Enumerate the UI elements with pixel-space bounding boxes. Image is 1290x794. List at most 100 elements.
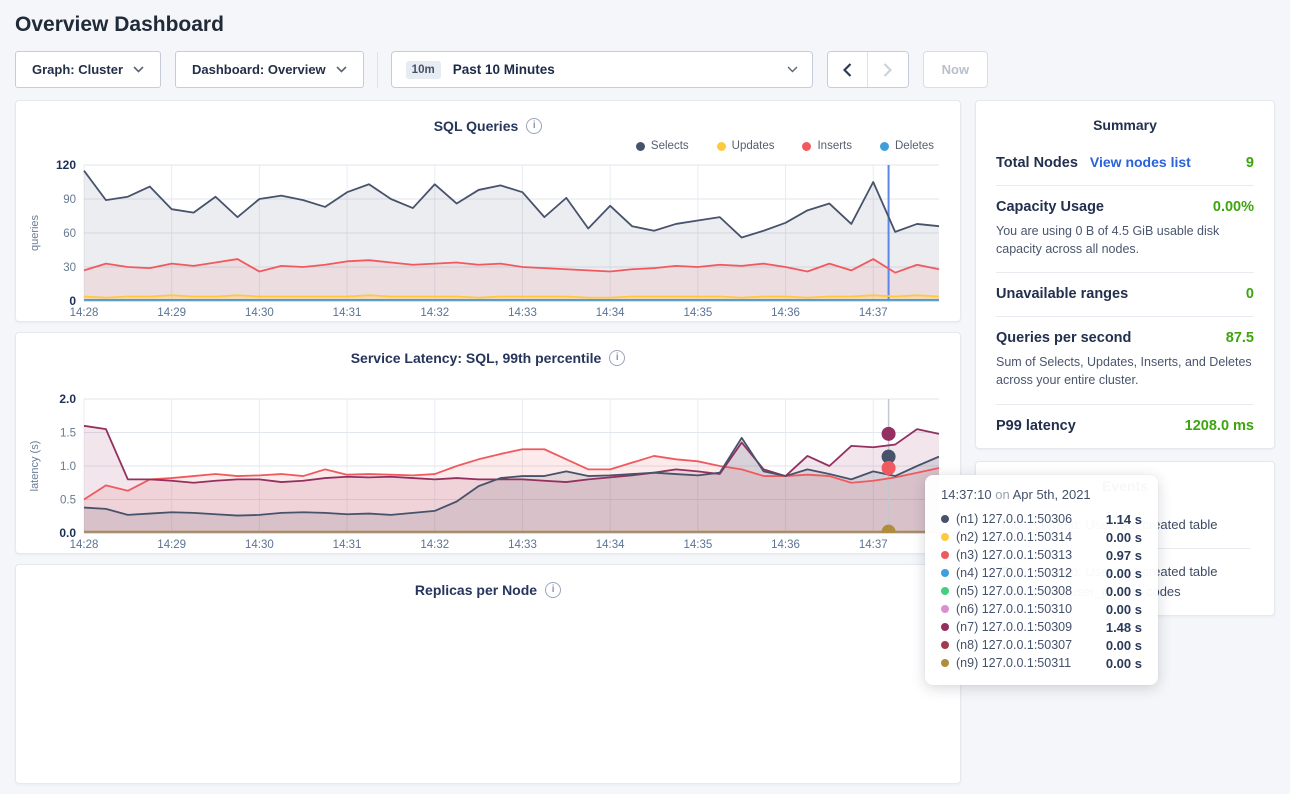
summary-row-total-nodes: Total Nodes View nodes list 9 xyxy=(996,141,1254,186)
replicas-per-node-card: Replicas per Node i xyxy=(15,564,961,784)
charts-column: SQL Queries i Selects Updates Inserts Delet… xyxy=(15,100,961,794)
dashboard-controls: Graph: Cluster Dashboard: Overview 10m P… xyxy=(15,51,1275,88)
svg-text:1.5: 1.5 xyxy=(60,428,76,440)
time-range-label: Past 10 Minutes xyxy=(453,62,775,77)
node-color-dot xyxy=(941,551,949,559)
main-content: SQL Queries i Selects Updates Inserts Delet… xyxy=(15,100,1275,794)
dashboard-dropdown-label: Dashboard: Overview xyxy=(192,62,326,77)
sql-queries-card: SQL Queries i Selects Updates Inserts Delet… xyxy=(15,100,961,322)
now-button[interactable]: Now xyxy=(923,51,988,88)
svg-text:0: 0 xyxy=(69,294,76,308)
node-color-dot xyxy=(941,533,949,541)
svg-text:14:30: 14:30 xyxy=(244,539,273,551)
summary-panel: Summary Total Nodes View nodes list 9 Ca… xyxy=(975,100,1275,449)
summary-title: Summary xyxy=(976,101,1274,141)
legend-item-selects: Selects xyxy=(636,140,689,152)
svg-text:60: 60 xyxy=(63,228,76,240)
p99-value: 1208.0 ms xyxy=(1185,418,1254,434)
view-nodes-list-link[interactable]: View nodes list xyxy=(1090,154,1191,170)
sql-queries-legend: Selects Updates Inserts Deletes xyxy=(16,137,960,155)
svg-text:14:29: 14:29 xyxy=(157,307,186,319)
time-range-select[interactable]: 10m Past 10 Minutes xyxy=(391,51,813,88)
legend-item-deletes: Deletes xyxy=(880,140,934,152)
graph-dropdown[interactable]: Graph: Cluster xyxy=(15,51,161,88)
svg-text:14:28: 14:28 xyxy=(69,307,98,319)
tooltip-on: on xyxy=(995,487,1009,502)
tooltip-node-row: (n9) 127.0.0.1:503110.00 s xyxy=(941,654,1142,672)
legend-dot xyxy=(802,142,811,151)
chevron-right-icon xyxy=(883,63,892,77)
svg-text:latency (s): latency (s) xyxy=(29,441,41,492)
time-range-badge: 10m xyxy=(406,61,441,79)
time-prev-button[interactable] xyxy=(828,52,868,87)
summary-row-p99: P99 latency 1208.0 ms xyxy=(996,405,1254,448)
sql-queries-chart[interactable]: 14:2814:2914:3014:3114:3214:3314:3414:35… xyxy=(24,155,953,321)
info-icon[interactable]: i xyxy=(609,350,625,366)
tooltip-node-row: (n7) 127.0.0.1:503091.48 s xyxy=(941,618,1142,636)
summary-row-qps: Queries per second 87.5 Sum of Selects, … xyxy=(996,317,1254,404)
time-pager xyxy=(827,51,909,88)
node-color-dot xyxy=(941,587,949,595)
chevron-down-icon xyxy=(336,66,347,73)
sql-queries-title: SQL Queries xyxy=(434,118,519,134)
service-latency-title: Service Latency: SQL, 99th percentile xyxy=(351,350,602,366)
page-title: Overview Dashboard xyxy=(0,0,1290,37)
legend-item-updates: Updates xyxy=(717,140,775,152)
tooltip-node-row: (n2) 127.0.0.1:503140.00 s xyxy=(941,528,1142,546)
node-color-dot xyxy=(941,605,949,613)
node-color-dot xyxy=(941,659,949,667)
service-latency-chart[interactable]: 14:2814:2914:3014:3114:3214:3314:3414:35… xyxy=(24,369,953,553)
svg-text:14:35: 14:35 xyxy=(683,307,712,319)
time-next-button[interactable] xyxy=(868,52,908,87)
chart-hover-tooltip: 14:37:10 on Apr 5th, 2021 (n1) 127.0.0.1… xyxy=(925,475,1158,685)
svg-text:30: 30 xyxy=(63,262,76,274)
legend-dot xyxy=(880,142,889,151)
total-nodes-value: 9 xyxy=(1246,155,1254,171)
legend-item-inserts: Inserts xyxy=(802,140,852,152)
svg-text:120: 120 xyxy=(55,158,75,172)
info-icon[interactable]: i xyxy=(526,118,542,134)
svg-text:14:32: 14:32 xyxy=(420,539,449,551)
tooltip-node-row: (n4) 127.0.0.1:503120.00 s xyxy=(941,564,1142,582)
legend-dot xyxy=(717,142,726,151)
svg-text:2.0: 2.0 xyxy=(59,392,76,406)
svg-text:14:34: 14:34 xyxy=(595,307,624,319)
chevron-down-icon xyxy=(133,66,144,73)
qps-value: 87.5 xyxy=(1226,330,1254,346)
tooltip-node-row: (n6) 127.0.0.1:503100.00 s xyxy=(941,600,1142,618)
svg-text:90: 90 xyxy=(63,194,76,206)
info-icon[interactable]: i xyxy=(545,582,561,598)
svg-text:0.0: 0.0 xyxy=(59,526,76,540)
node-color-dot xyxy=(941,515,949,523)
service-latency-card: Service Latency: SQL, 99th percentile i … xyxy=(15,332,961,554)
svg-text:14:37: 14:37 xyxy=(858,539,887,551)
svg-text:14:33: 14:33 xyxy=(508,307,537,319)
svg-text:14:31: 14:31 xyxy=(332,307,361,319)
tooltip-node-rows: (n1) 127.0.0.1:503061.14 s(n2) 127.0.0.1… xyxy=(941,510,1142,672)
tooltip-node-row: (n3) 127.0.0.1:503130.97 s xyxy=(941,546,1142,564)
summary-row-capacity-usage: Capacity Usage 0.00% You are using 0 B o… xyxy=(996,186,1254,273)
unavailable-ranges-label: Unavailable ranges xyxy=(996,286,1128,302)
unavailable-ranges-value: 0 xyxy=(1246,286,1254,302)
replicas-per-node-title: Replicas per Node xyxy=(415,582,537,598)
node-color-dot xyxy=(941,569,949,577)
svg-text:14:29: 14:29 xyxy=(157,539,186,551)
dashboard-dropdown[interactable]: Dashboard: Overview xyxy=(175,51,364,88)
tooltip-time: 14:37:10 xyxy=(941,487,992,502)
tooltip-node-row: (n1) 127.0.0.1:503061.14 s xyxy=(941,510,1142,528)
capacity-usage-desc: You are using 0 B of 4.5 GiB usable disk… xyxy=(996,222,1254,258)
graph-dropdown-label: Graph: Cluster xyxy=(32,62,123,77)
p99-label: P99 latency xyxy=(996,418,1076,434)
qps-label: Queries per second xyxy=(996,330,1131,346)
svg-text:1.0: 1.0 xyxy=(60,461,76,473)
capacity-usage-value: 0.00% xyxy=(1213,199,1254,215)
tooltip-node-row: (n8) 127.0.0.1:503070.00 s xyxy=(941,636,1142,654)
summary-row-unavailable-ranges: Unavailable ranges 0 xyxy=(996,273,1254,317)
node-color-dot xyxy=(941,641,949,649)
svg-text:14:36: 14:36 xyxy=(771,307,800,319)
capacity-usage-label: Capacity Usage xyxy=(996,199,1104,215)
chevron-down-icon xyxy=(787,66,798,73)
svg-text:14:34: 14:34 xyxy=(595,539,624,551)
svg-text:14:30: 14:30 xyxy=(244,307,273,319)
controls-divider xyxy=(377,52,378,88)
